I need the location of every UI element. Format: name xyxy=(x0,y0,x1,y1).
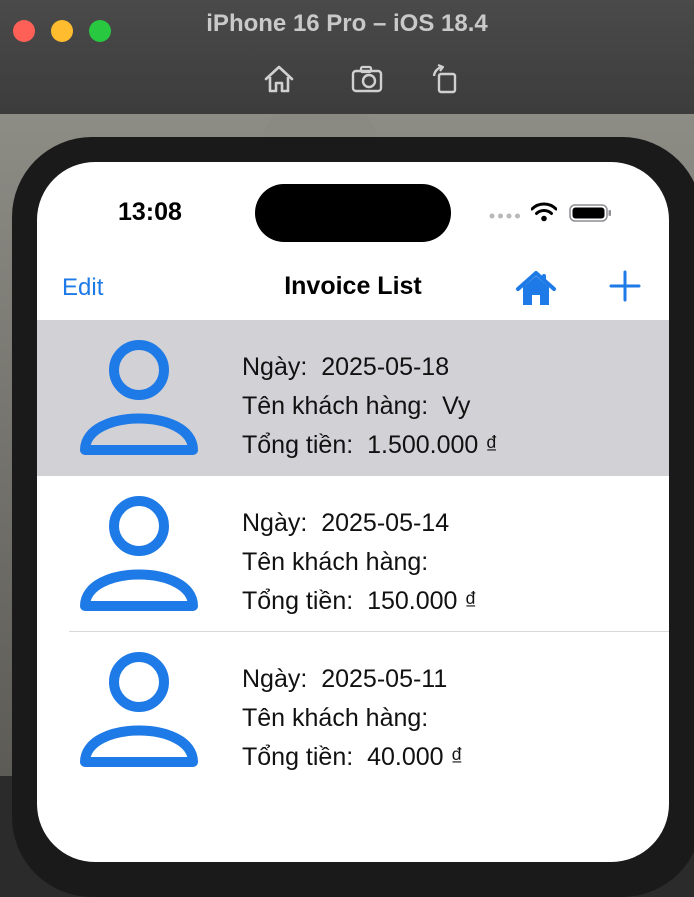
minimize-window-button[interactable] xyxy=(51,20,73,42)
window-title: iPhone 16 Pro – iOS 18.4 xyxy=(206,10,488,37)
invoice-date-line: Ngày: 2025-05-11 xyxy=(242,665,448,693)
wifi-icon xyxy=(531,202,557,222)
invoice-date: 2025-05-11 xyxy=(321,665,448,693)
invoice-details: Ngày: 2025-05-14 Tên khách hàng: Tổng ti… xyxy=(242,504,477,621)
invoice-details: Ngày: 2025-05-18 Tên khách hàng: Vy Tổng… xyxy=(242,348,498,465)
invoice-date: 2025-05-18 xyxy=(321,353,450,381)
invoice-row[interactable]: Ngày: 2025-05-14 Tên khách hàng: Tổng ti… xyxy=(37,476,669,632)
invoice-customer: Vy xyxy=(442,392,471,420)
invoice-total-line: Tổng tiền: 1.500.000 ₫ xyxy=(242,431,499,459)
invoice-total-line: Tổng tiền: 150.000 ₫ xyxy=(242,587,478,615)
person-icon xyxy=(80,340,198,455)
rotate-icon[interactable] xyxy=(428,62,462,96)
invoice-list: Ngày: 2025-05-18 Tên khách hàng: Vy Tổng… xyxy=(37,320,669,788)
invoice-row[interactable]: Ngày: 2025-05-18 Tên khách hàng: Vy Tổng… xyxy=(37,320,669,476)
simulator-title-bar: iPhone 16 Pro – iOS 18.4 xyxy=(0,0,694,115)
invoice-total: 40.000 ₫ xyxy=(367,743,464,771)
dynamic-island xyxy=(255,184,451,242)
invoice-details: Ngày: 2025-05-11 Tên khách hàng: Tổng ti… xyxy=(242,660,463,777)
person-icon xyxy=(80,652,198,767)
plus-icon[interactable] xyxy=(607,268,643,304)
invoice-date-line: Ngày: 2025-05-14 xyxy=(242,509,450,537)
navigation-bar: Edit Invoice List xyxy=(37,252,669,318)
battery-icon xyxy=(569,204,611,222)
invoice-customer-line: Tên khách hàng: Vy xyxy=(242,392,471,420)
status-time: 13:08 xyxy=(118,198,182,226)
invoice-total: 150.000 ₫ xyxy=(367,587,478,615)
home-icon[interactable] xyxy=(262,62,296,96)
person-icon xyxy=(80,496,198,611)
invoice-row[interactable]: Ngày: 2025-05-11 Tên khách hàng: Tổng ti… xyxy=(37,632,669,788)
invoice-total: 1.500.000 ₫ xyxy=(367,431,499,459)
page-title: Invoice List xyxy=(284,272,422,300)
invoice-customer-line: Tên khách hàng: xyxy=(242,704,429,732)
close-window-button[interactable] xyxy=(13,20,35,42)
screenshot-icon[interactable] xyxy=(350,62,384,96)
cellular-signal-icon xyxy=(489,213,520,219)
invoice-date-line: Ngày: 2025-05-18 xyxy=(242,353,450,381)
invoice-customer-line: Tên khách hàng: xyxy=(242,548,429,576)
phone-screen: 13:08 Edit Invoice List Ngày: 2025-05-18… xyxy=(37,162,669,862)
house-icon[interactable] xyxy=(515,268,557,310)
zoom-window-button[interactable] xyxy=(89,20,111,42)
edit-button[interactable]: Edit xyxy=(62,274,103,302)
invoice-date: 2025-05-14 xyxy=(321,509,450,537)
invoice-total-line: Tổng tiền: 40.000 ₫ xyxy=(242,743,464,771)
